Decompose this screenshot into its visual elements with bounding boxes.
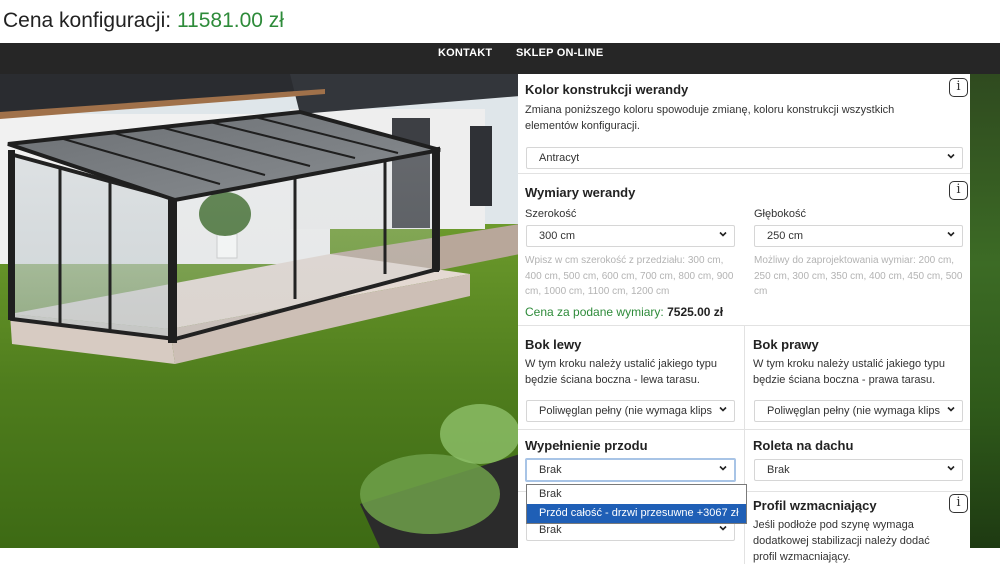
front-fill-select[interactable]: Brak: [525, 458, 736, 482]
reinforcement-info-icon[interactable]: i: [949, 494, 968, 513]
chevron-down-icon: [947, 465, 955, 471]
depth-hint: Możliwy do zaprojektowania wymiar: 200 c…: [754, 255, 963, 297]
width-select[interactable]: 300 cm: [526, 225, 735, 247]
color-info-icon[interactable]: i: [949, 78, 968, 97]
color-section-description: Zmiana poniższego koloru spowoduje zmian…: [525, 104, 895, 132]
roof-blind-select[interactable]: Brak: [754, 459, 963, 481]
chevron-down-icon: [947, 153, 955, 159]
front-roof-section: Wypełnienie przodu Brak Roleta na dachu …: [518, 430, 970, 492]
lower-left-select-value: Brak: [539, 524, 562, 536]
color-select-value: Antracyt: [539, 152, 580, 164]
dimensions-section: Wymiary werandy Szerokość 300 cm Wpisz w…: [518, 174, 970, 326]
color-section: Kolor konstrukcji werandy Zmiana poniższ…: [518, 74, 970, 174]
width-select-value: 300 cm: [539, 230, 576, 242]
left-side-select[interactable]: Poliwęglan pełny (nie wymaga klips: [526, 400, 735, 422]
nav-sklep-online[interactable]: SKLEP ON-LINE: [516, 47, 603, 59]
reinforcement-title: Profil wzmacniający: [753, 498, 877, 513]
depth-label: Głębokość: [754, 208, 806, 220]
page-gap: [0, 548, 520, 564]
color-section-title: Kolor konstrukcji werandy: [525, 82, 689, 97]
chevron-down-icon: [719, 465, 727, 471]
price-value: 11581.00 zł: [176, 9, 284, 32]
front-fill-dropdown[interactable]: Brak Przód całość - drzwi przesuwne +306…: [526, 484, 747, 524]
roof-blind-select-value: Brak: [767, 464, 790, 476]
configuration-price: Cena konfiguracji: 11581.00 zł: [3, 9, 284, 33]
right-side-select-value: Poliwęglan pełny (nie wymaga klips: [767, 405, 941, 417]
dimensions-price-label: Cena za podane wymiary:: [525, 305, 664, 319]
left-side-title: Bok lewy: [525, 337, 582, 352]
background-foliage: [970, 74, 1000, 548]
dimensions-info-icon[interactable]: i: [949, 181, 968, 200]
price-header: Cena konfiguracji: 11581.00 zł: [0, 0, 1000, 43]
color-select[interactable]: Antracyt: [526, 147, 963, 169]
price-label: Cena konfiguracji:: [3, 9, 172, 32]
veranda-preview-image: [0, 74, 520, 548]
chevron-down-icon: [719, 406, 727, 412]
depth-select-value: 250 cm: [767, 230, 804, 242]
right-side-select[interactable]: Poliwęglan pełny (nie wymaga klips: [754, 400, 963, 422]
depth-select[interactable]: 250 cm: [754, 225, 963, 247]
roof-blind-title: Roleta na dachu: [753, 438, 854, 453]
chevron-down-icon: [947, 231, 955, 237]
right-side-title: Bok prawy: [753, 337, 819, 352]
right-side-description: W tym kroku należy ustalić jakiego typu …: [753, 358, 945, 386]
front-fill-title: Wypełnienie przodu: [525, 438, 648, 453]
nav-kontakt[interactable]: KONTAKT: [438, 47, 492, 59]
dimensions-price: Cena za podane wymiary: 7525.00 zł: [525, 305, 723, 319]
chevron-down-icon: [947, 406, 955, 412]
width-hint: Wpisz w cm szerokość z przedziału: 300 c…: [525, 255, 734, 297]
chevron-down-icon: [719, 525, 727, 531]
left-side-select-value: Poliwęglan pełny (nie wymaga klips: [539, 405, 713, 417]
width-label: Szerokość: [525, 208, 577, 220]
top-navigation: KONTAKT SKLEP ON-LINE: [0, 43, 1000, 74]
left-side-description: W tym kroku należy ustalić jakiego typu …: [525, 358, 717, 386]
front-fill-select-value: Brak: [539, 464, 562, 476]
dimensions-price-value: 7525.00 zł: [667, 305, 724, 319]
dropdown-option-brak[interactable]: Brak: [527, 485, 746, 504]
reinforcement-description: Jeśli podłoże pod szynę wymaga dodatkowe…: [753, 519, 930, 563]
dimensions-title: Wymiary werandy: [525, 185, 636, 200]
chevron-down-icon: [719, 231, 727, 237]
dropdown-option-sliding-door[interactable]: Przód całość - drzwi przesuwne +3067 zł: [527, 504, 746, 523]
